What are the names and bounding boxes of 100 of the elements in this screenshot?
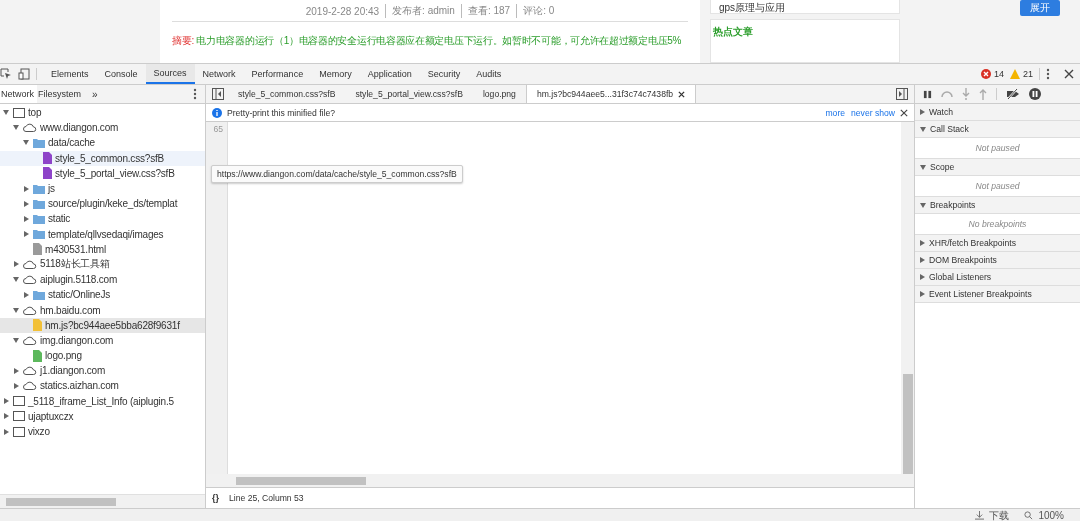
- tree-item[interactable]: style_5_common.css?sfB: [0, 150, 205, 166]
- collapse-arrow-icon[interactable]: [13, 337, 19, 343]
- navigator-tab[interactable]: Filesystem: [37, 85, 85, 103]
- expand-arrow-icon[interactable]: [23, 200, 29, 207]
- section-header[interactable]: Event Listener Breakpoints: [915, 286, 1080, 303]
- file-tab[interactable]: style_5_common.css?sfB: [228, 85, 346, 103]
- horizontal-scrollbar[interactable]: [206, 474, 914, 487]
- expand-arrow-icon[interactable]: [23, 215, 29, 222]
- error-count[interactable]: 14: [993, 69, 1004, 79]
- toggle-debugger-icon[interactable]: [896, 88, 908, 100]
- tree-item[interactable]: img.diangon.com: [0, 332, 205, 348]
- tree-item[interactable]: j1.diangon.com: [0, 363, 205, 379]
- collapse-arrow-icon[interactable]: [13, 277, 19, 283]
- panel-tab[interactable]: Performance: [243, 64, 312, 84]
- expand-arrow-icon[interactable]: [3, 413, 9, 420]
- panel-tab[interactable]: Memory: [311, 64, 360, 84]
- info-link[interactable]: more: [825, 107, 846, 118]
- deactivate-breakpoints-icon[interactable]: [1006, 89, 1020, 99]
- cloud-icon: [23, 305, 37, 315]
- warning-count[interactable]: 21: [1023, 69, 1033, 79]
- navigator-tab[interactable]: Network: [0, 85, 37, 103]
- tree-item[interactable]: style_5_portal_view.css?sfB: [0, 165, 205, 181]
- panel-tab[interactable]: Audits: [468, 64, 510, 84]
- expand-arrow-icon[interactable]: [3, 398, 9, 405]
- tree-item[interactable]: ujaptuxczx: [0, 408, 205, 424]
- collapse-arrow-icon[interactable]: [13, 125, 19, 131]
- collapse-arrow-icon[interactable]: [920, 126, 926, 132]
- more-icon[interactable]: [193, 88, 197, 100]
- section-header[interactable]: XHR/fetch Breakpoints: [915, 235, 1080, 252]
- collapse-arrow-icon[interactable]: [13, 307, 19, 313]
- panel-tab[interactable]: Console: [96, 64, 146, 84]
- section-header[interactable]: Breakpoints: [915, 197, 1080, 214]
- tree-item[interactable]: www.diangon.com: [0, 120, 205, 136]
- tree-item[interactable]: static: [0, 211, 205, 227]
- collapse-arrow-icon[interactable]: [920, 202, 926, 208]
- expand-arrow-icon[interactable]: [920, 257, 925, 263]
- expand-button[interactable]: 展开: [1020, 0, 1060, 16]
- section-header[interactable]: Global Listeners: [915, 269, 1080, 286]
- tree-item[interactable]: _5118_iframe_List_Info (aiplugin.5: [0, 393, 205, 409]
- tree-item[interactable]: vixzo: [0, 423, 205, 440]
- expand-arrow-icon[interactable]: [23, 291, 29, 298]
- tree-item[interactable]: aiplugin.5118.com: [0, 272, 205, 288]
- tree-item[interactable]: 5118站长工具箱: [0, 256, 205, 273]
- collapse-arrow-icon[interactable]: [920, 164, 926, 170]
- collapse-arrow-icon[interactable]: [3, 110, 9, 116]
- zoom-level[interactable]: 100%: [1038, 510, 1064, 521]
- search-icon[interactable]: [1024, 511, 1034, 520]
- panel-tab[interactable]: Sources: [145, 64, 195, 84]
- section-header[interactable]: DOM Breakpoints: [915, 252, 1080, 269]
- toggle-navigator-icon[interactable]: [212, 88, 224, 100]
- tree-item[interactable]: hm.js?bc944aee5bba628f9631f: [0, 317, 205, 333]
- expand-arrow-icon[interactable]: [13, 261, 19, 268]
- tree-item[interactable]: logo.png: [0, 348, 205, 364]
- tree-item[interactable]: static/OnlineJs: [0, 287, 205, 303]
- pretty-print-button[interactable]: {}: [212, 493, 219, 503]
- close-icon[interactable]: [678, 90, 686, 98]
- panel-tab[interactable]: Application: [359, 64, 420, 84]
- file-tab[interactable]: hm.js?bc944aee5...31f3c74c7438fb: [525, 85, 697, 103]
- expand-arrow-icon[interactable]: [23, 185, 29, 192]
- section-header[interactable]: Call Stack: [915, 121, 1080, 138]
- tree-item[interactable]: statics.aizhan.com: [0, 378, 205, 394]
- expand-arrow-icon[interactable]: [920, 240, 925, 246]
- tree-item[interactable]: hm.baidu.com: [0, 302, 205, 318]
- expand-arrow-icon[interactable]: [920, 274, 925, 280]
- expand-arrow-icon[interactable]: [920, 291, 925, 297]
- expand-arrow-icon[interactable]: [920, 109, 925, 115]
- download-label[interactable]: 下载: [989, 509, 1010, 521]
- more-tabs-button[interactable]: »: [88, 88, 102, 100]
- vertical-scrollbar[interactable]: [901, 122, 914, 474]
- close-icon[interactable]: [900, 108, 908, 117]
- download-icon[interactable]: [975, 511, 985, 520]
- expand-arrow-icon[interactable]: [23, 231, 29, 238]
- article-link[interactable]: gps原理与应用: [719, 2, 786, 14]
- device-icon[interactable]: [18, 68, 30, 80]
- expand-arrow-icon[interactable]: [13, 367, 19, 374]
- pause-icon[interactable]: [923, 89, 932, 99]
- panel-tab[interactable]: Security: [419, 64, 469, 84]
- expand-arrow-icon[interactable]: [13, 382, 19, 389]
- tree-item[interactable]: data/cache: [0, 135, 205, 151]
- section-header[interactable]: Scope: [915, 159, 1080, 176]
- cloud-icon: [23, 259, 37, 269]
- horizontal-scrollbar[interactable]: [0, 494, 205, 508]
- panel-tab[interactable]: Network: [194, 64, 244, 84]
- inspect-icon[interactable]: [0, 68, 12, 80]
- tree-item[interactable]: source/plugin/keke_ds/templat: [0, 196, 205, 212]
- file-tab[interactable]: logo.png: [472, 85, 526, 103]
- frame-icon: [13, 411, 25, 422]
- tree-item[interactable]: m430531.html: [0, 241, 205, 257]
- more-icon[interactable]: [1046, 68, 1050, 80]
- tree-item[interactable]: js: [0, 180, 205, 197]
- section-header[interactable]: Watch: [915, 104, 1080, 121]
- file-tab[interactable]: style_5_portal_view.css?sfB: [345, 85, 473, 103]
- close-icon[interactable]: [1064, 69, 1074, 79]
- panel-tab[interactable]: Elements: [43, 64, 97, 84]
- pause-on-exceptions-icon[interactable]: [1029, 88, 1041, 100]
- info-link[interactable]: never show: [851, 107, 895, 118]
- tree-item[interactable]: top: [0, 105, 205, 121]
- cloud-icon: [23, 381, 37, 391]
- tree-item[interactable]: template/qllvsedaqi/images: [0, 226, 205, 242]
- expand-arrow-icon[interactable]: [3, 428, 9, 435]
